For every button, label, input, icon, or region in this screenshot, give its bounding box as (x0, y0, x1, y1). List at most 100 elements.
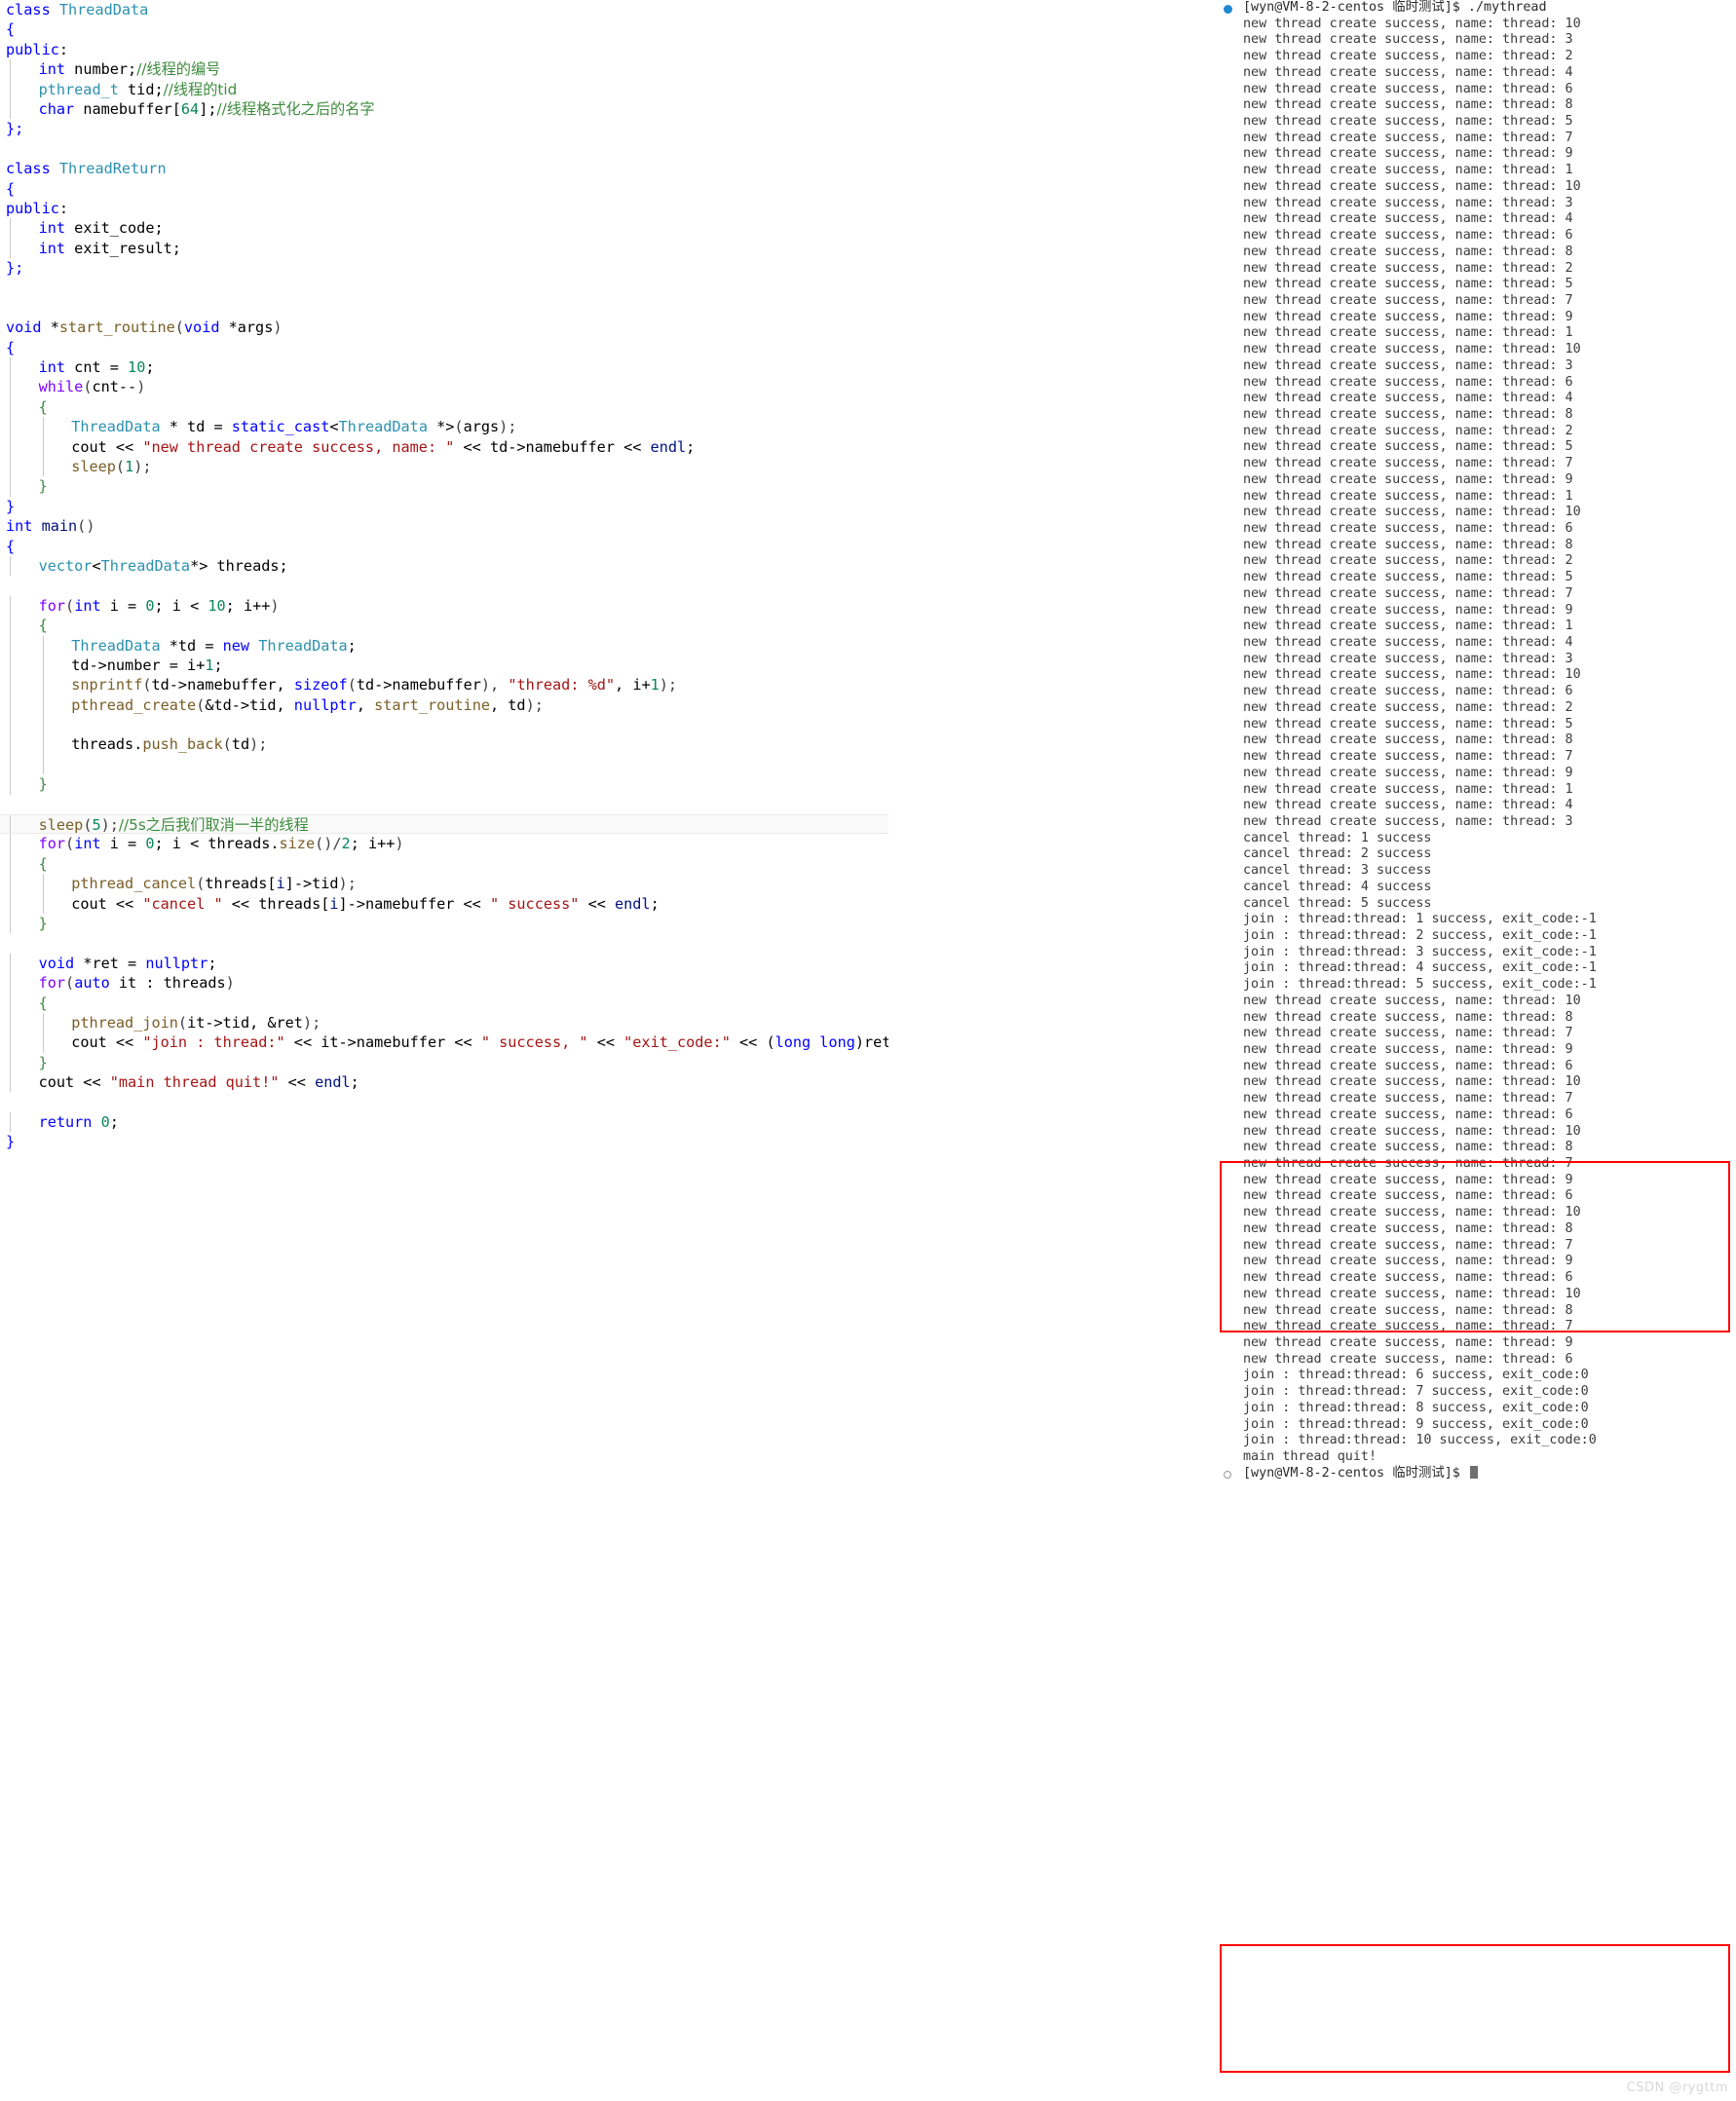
code-line[interactable]: } (0, 1052, 888, 1073)
code-line[interactable]: { (0, 396, 888, 418)
code-line[interactable]: } (0, 913, 888, 934)
code-token: ); (499, 418, 517, 436)
code-line[interactable]: class ThreadReturn (0, 159, 888, 178)
code-line[interactable]: { (0, 853, 888, 875)
code-line[interactable] (0, 139, 888, 159)
code-line[interactable]: public: (0, 199, 888, 218)
code-line[interactable]: return 0; (0, 1111, 888, 1133)
indent-guide (10, 98, 11, 120)
code-line[interactable]: pthread_join(it->tid, &ret); (0, 1012, 888, 1033)
code-line[interactable]: int main() (0, 516, 888, 536)
terminal-pane[interactable]: [wyn@VM-8-2-centos 临时测试]$ ./mythread new … (1218, 0, 1736, 2101)
code-line[interactable]: }; (0, 119, 888, 138)
code-line[interactable]: { (0, 616, 888, 636)
code-token: args (463, 418, 500, 436)
code-token: * (41, 319, 59, 337)
code-line[interactable] (0, 576, 888, 595)
code-line[interactable]: pthread_cancel(threads[i]->tid); (0, 874, 888, 894)
code-token: i (276, 875, 285, 893)
code-line[interactable]: int cnt = 10; (0, 357, 888, 378)
code-token: main (41, 517, 78, 536)
code-line[interactable]: ThreadData * td = static_cast<ThreadData… (0, 417, 888, 437)
code-line[interactable] (0, 795, 888, 814)
code-line[interactable]: } (0, 1132, 888, 1151)
code-line[interactable] (0, 754, 888, 775)
code-line[interactable]: }; (0, 258, 888, 278)
code-line[interactable]: int exit_code; (0, 218, 888, 239)
code-line[interactable]: for(int i = 0; i < 10; i++) (0, 595, 888, 617)
code-token: //线程格式化之后的名字 (216, 99, 375, 118)
indent-guide (10, 675, 11, 695)
indent-guide (10, 616, 11, 636)
code-token: << (279, 1073, 316, 1092)
code-line[interactable]: pthread_create(&td->tid, nullptr, start_… (0, 694, 888, 716)
code-line[interactable]: cout << "new thread create success, name… (0, 436, 888, 457)
code-line[interactable]: cout << "join : thread:" << it->namebuff… (0, 1032, 888, 1053)
terminal-create-line: new thread create success, name: thread:… (1243, 49, 1573, 64)
code-line[interactable]: cout << "cancel " << threads[i]->namebuf… (0, 893, 888, 914)
code-line[interactable]: char namebuffer[64];//线程格式化之后的名字 (0, 98, 888, 120)
code-line[interactable]: td->number = i+1; (0, 655, 888, 676)
indent-guide (42, 417, 44, 437)
code-editor-pane[interactable]: class ThreadData{public: int number;//线程的… (0, 0, 888, 2101)
code-token: nullptr (293, 695, 357, 714)
code-line[interactable]: void *start_routine(void *args) (0, 318, 888, 337)
code-line[interactable]: void *ret = nullptr; (0, 953, 888, 974)
code-line[interactable]: for(int i = 0; i < threads.size()/2; i++… (0, 834, 888, 854)
code-line[interactable] (0, 715, 888, 735)
code-line[interactable]: sleep(1); (0, 456, 888, 477)
code-token: "join : thread:" (142, 1033, 285, 1052)
code-line[interactable]: { (0, 993, 888, 1013)
indent-guide (10, 834, 11, 854)
code-line[interactable]: sleep(5);//5s之后我们取消一半的线程 (0, 814, 888, 835)
code-line[interactable]: public: (0, 40, 888, 59)
code-line[interactable]: { (0, 19, 888, 39)
code-line[interactable]: } (0, 476, 888, 497)
terminal-create-line: new thread create success, name: thread:… (1243, 651, 1573, 666)
code-line[interactable] (0, 933, 888, 953)
code-line[interactable]: snprintf(td->namebuffer, sizeof(td->name… (0, 675, 888, 695)
code-token: )ret << (854, 1033, 888, 1052)
indent-guide (10, 893, 11, 914)
code-line[interactable]: } (0, 774, 888, 795)
code-token: *> threads; (190, 556, 288, 575)
code-token: ( (222, 735, 232, 754)
terminal-create-line: new thread create success, name: thread:… (1243, 602, 1573, 618)
terminal-prompt-line: [wyn@VM-8-2-centos 临时测试]$ ./mythread (1218, 0, 1736, 17)
code-line[interactable]: } (0, 497, 888, 516)
code-line[interactable]: for(auto it : threads) (0, 973, 888, 994)
code-line[interactable]: class ThreadData (0, 0, 888, 19)
indent-guide (10, 853, 11, 875)
code-token: int (38, 60, 66, 79)
code-line[interactable]: { (0, 537, 888, 556)
code-line[interactable]: cout << "main thread quit!" << endl; (0, 1072, 888, 1093)
terminal-create-line: new thread create success, name: thread:… (1243, 391, 1573, 406)
terminal-create-line: new thread create success, name: thread:… (1243, 195, 1573, 210)
code-token: << threads[ (222, 894, 330, 913)
code-line[interactable]: while(cnt--) (0, 377, 888, 397)
code-token: ThreadData (100, 556, 191, 575)
code-line[interactable] (0, 1092, 888, 1111)
code-line[interactable]: int exit_result; (0, 238, 888, 259)
terminal-create-line: new thread create success, name: thread:… (1243, 1237, 1573, 1253)
code-line[interactable]: int number;//线程的编号 (0, 59, 888, 80)
code-line[interactable]: ThreadData *td = new ThreadData; (0, 635, 888, 656)
code-token: pthread_cancel (71, 875, 197, 893)
code-line[interactable] (0, 278, 888, 297)
code-line[interactable] (0, 298, 888, 318)
code-line[interactable]: pthread_t tid;//线程的tid (0, 79, 888, 99)
code-line[interactable]: vector<ThreadData*> threads; (0, 555, 888, 577)
code-line[interactable]: threads.push_back(td); (0, 734, 888, 755)
code-line[interactable]: { (0, 338, 888, 357)
terminal-final-prompt-line: [wyn@VM-8-2-centos 临时测试]$ (1218, 1465, 1736, 1482)
terminal-create-line: new thread create success, name: thread:… (1243, 1107, 1573, 1122)
terminal-join-line: join : thread:thread: 2 success, exit_co… (1243, 927, 1597, 943)
terminal-create-line: new thread create success, name: thread:… (1243, 374, 1573, 390)
terminal-cancel-line: cancel thread: 5 success (1243, 895, 1432, 911)
code-token: ]->tid (284, 875, 339, 893)
code-token: cout << (71, 437, 143, 456)
code-line[interactable]: { (0, 179, 888, 199)
code-token: ( (174, 319, 184, 337)
